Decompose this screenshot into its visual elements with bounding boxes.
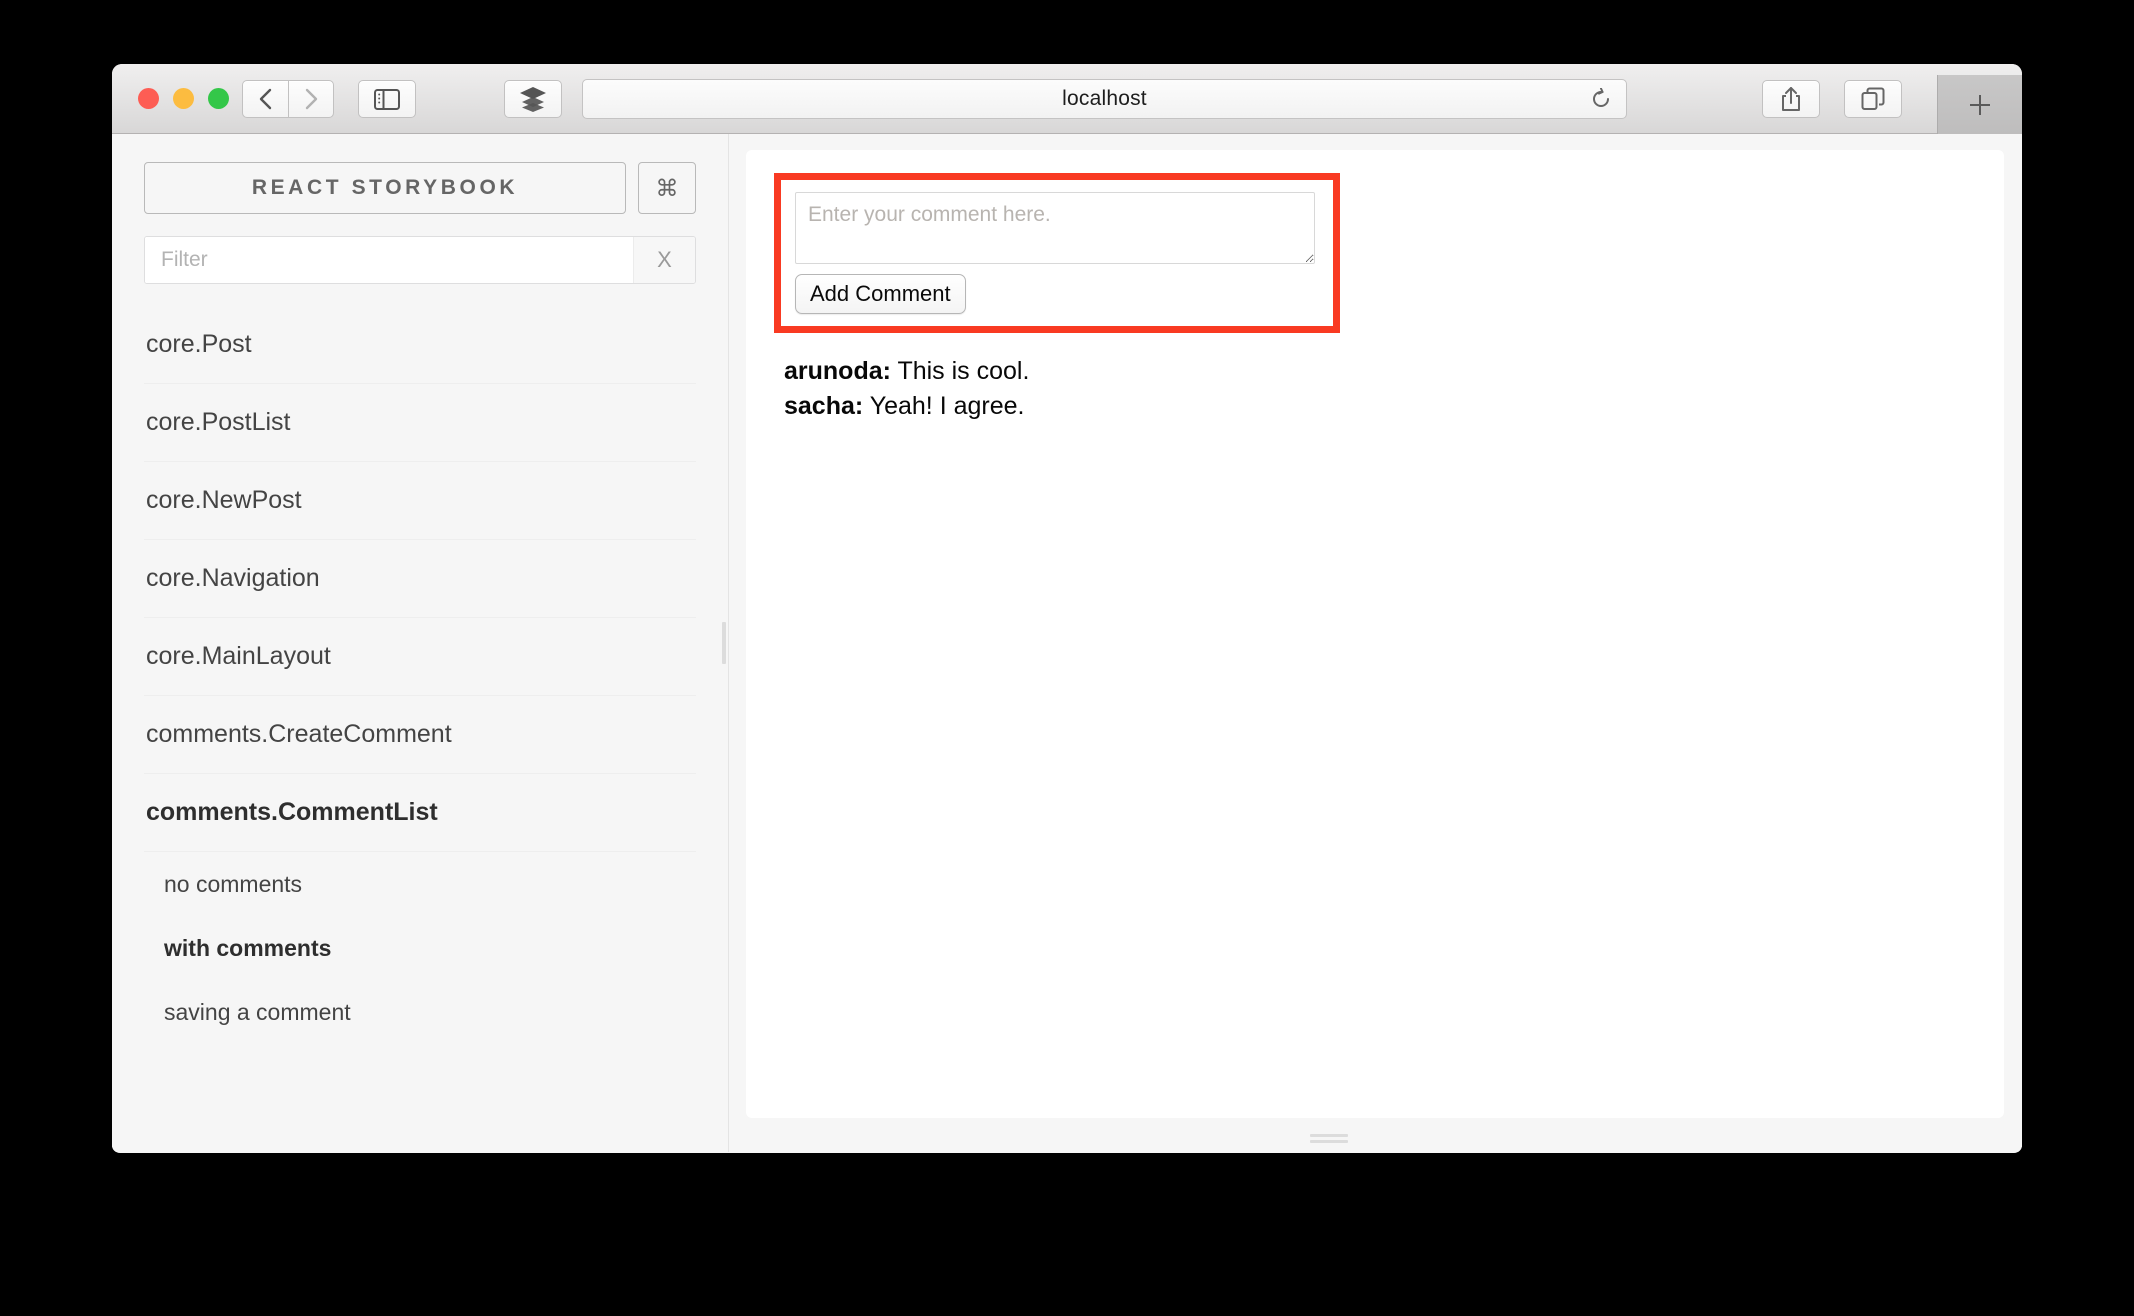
back-button[interactable]	[242, 80, 288, 118]
comment-textarea[interactable]	[795, 192, 1315, 264]
tabs-icon	[1861, 87, 1885, 111]
grip-bar	[1310, 1140, 1348, 1143]
story-kind-label: comments.CreateComment	[146, 720, 452, 748]
plus-icon	[1967, 92, 1993, 118]
filter-input[interactable]	[145, 237, 633, 283]
comment-author: arunoda:	[784, 357, 891, 385]
story-kind-core-postlist[interactable]: core.PostList	[144, 384, 696, 462]
new-tab-button[interactable]	[1937, 75, 2022, 134]
sidebar-icon	[374, 88, 400, 110]
story-kind-label: core.Navigation	[146, 564, 320, 592]
sidebar-header: REACT STORYBOOK ⌘	[144, 162, 696, 214]
reload-button[interactable]	[1588, 86, 1614, 112]
create-comment-highlight-box: Add Comment	[774, 173, 1340, 333]
story-kind-label: core.Post	[146, 330, 252, 358]
story-kind-core-mainlayout[interactable]: core.MainLayout	[144, 618, 696, 696]
zoom-window-button[interactable]	[208, 88, 229, 109]
storybook-brand-label: REACT STORYBOOK	[251, 176, 519, 199]
preview-resize-handle[interactable]	[1310, 1134, 1348, 1143]
story-item-saving-a-comment[interactable]: saving a comment	[144, 980, 696, 1044]
add-comment-button[interactable]: Add Comment	[795, 274, 966, 314]
story-kind-comments-commentlist[interactable]: comments.CommentList	[144, 774, 696, 852]
story-kind-label: comments.CommentList	[146, 798, 438, 826]
comment-item: arunoda: This is cool.	[784, 354, 1029, 389]
minimize-window-button[interactable]	[173, 88, 194, 109]
story-item-label: with comments	[164, 934, 332, 961]
filter-row: X	[144, 236, 696, 284]
story-kind-core-navigation[interactable]: core.Navigation	[144, 540, 696, 618]
preview-area: Add Comment arunoda: This is cool. sacha…	[730, 134, 2022, 1152]
sidebar-toggle-button[interactable]	[358, 80, 416, 118]
share-icon	[1780, 86, 1802, 112]
story-list: core.Post core.PostList core.NewPost cor…	[144, 306, 696, 1044]
shortcuts-button[interactable]: ⌘	[638, 162, 696, 214]
command-key-icon: ⌘	[655, 174, 679, 201]
page-body: REACT STORYBOOK ⌘ X core.Post core.PostL…	[112, 134, 2022, 1152]
chevron-right-icon	[303, 87, 319, 111]
story-item-with-comments[interactable]: with comments	[144, 916, 696, 980]
story-item-label: no comments	[164, 870, 303, 897]
grip-bar	[722, 622, 726, 664]
story-item-no-comments[interactable]: no comments	[144, 852, 696, 916]
forward-button[interactable]	[288, 80, 334, 118]
traffic-lights	[138, 88, 229, 109]
comment-item: sacha: Yeah! I agree.	[784, 389, 1029, 424]
grip-bar	[1310, 1134, 1348, 1137]
story-kind-comments-createcomment[interactable]: comments.CreateComment	[144, 696, 696, 774]
story-kind-label: core.PostList	[146, 408, 291, 436]
comment-list: arunoda: This is cool. sacha: Yeah! I ag…	[784, 354, 1029, 423]
browser-toolbar: localhost	[112, 64, 2022, 134]
story-kind-label: core.MainLayout	[146, 642, 331, 670]
storybook-sidebar: REACT STORYBOOK ⌘ X core.Post core.PostL…	[112, 134, 729, 1152]
layers-button[interactable]	[504, 80, 562, 118]
layers-icon	[519, 86, 547, 112]
story-kind-core-newpost[interactable]: core.NewPost	[144, 462, 696, 540]
story-kind-label: core.NewPost	[146, 486, 302, 514]
share-button[interactable]	[1762, 80, 1820, 118]
address-bar[interactable]: localhost	[582, 79, 1627, 119]
show-all-tabs-button[interactable]	[1844, 80, 1902, 118]
address-bar-url: localhost	[1062, 87, 1147, 110]
storybook-brand-button[interactable]: REACT STORYBOOK	[144, 162, 626, 214]
story-item-label: saving a comment	[164, 998, 351, 1025]
comment-text: This is cool.	[890, 357, 1030, 385]
close-window-button[interactable]	[138, 88, 159, 109]
story-preview-panel: Add Comment arunoda: This is cool. sacha…	[746, 150, 2004, 1118]
browser-window: localhost REACT STORYBOOK ⌘ Filter X cor…	[112, 64, 2022, 1153]
comment-text: Yeah! I agree.	[863, 391, 1025, 420]
filter-clear-button[interactable]: X	[633, 237, 695, 283]
story-kind-core-post[interactable]: core.Post	[144, 306, 696, 384]
chevron-left-icon	[258, 87, 274, 111]
comment-author: sacha:	[784, 391, 864, 420]
